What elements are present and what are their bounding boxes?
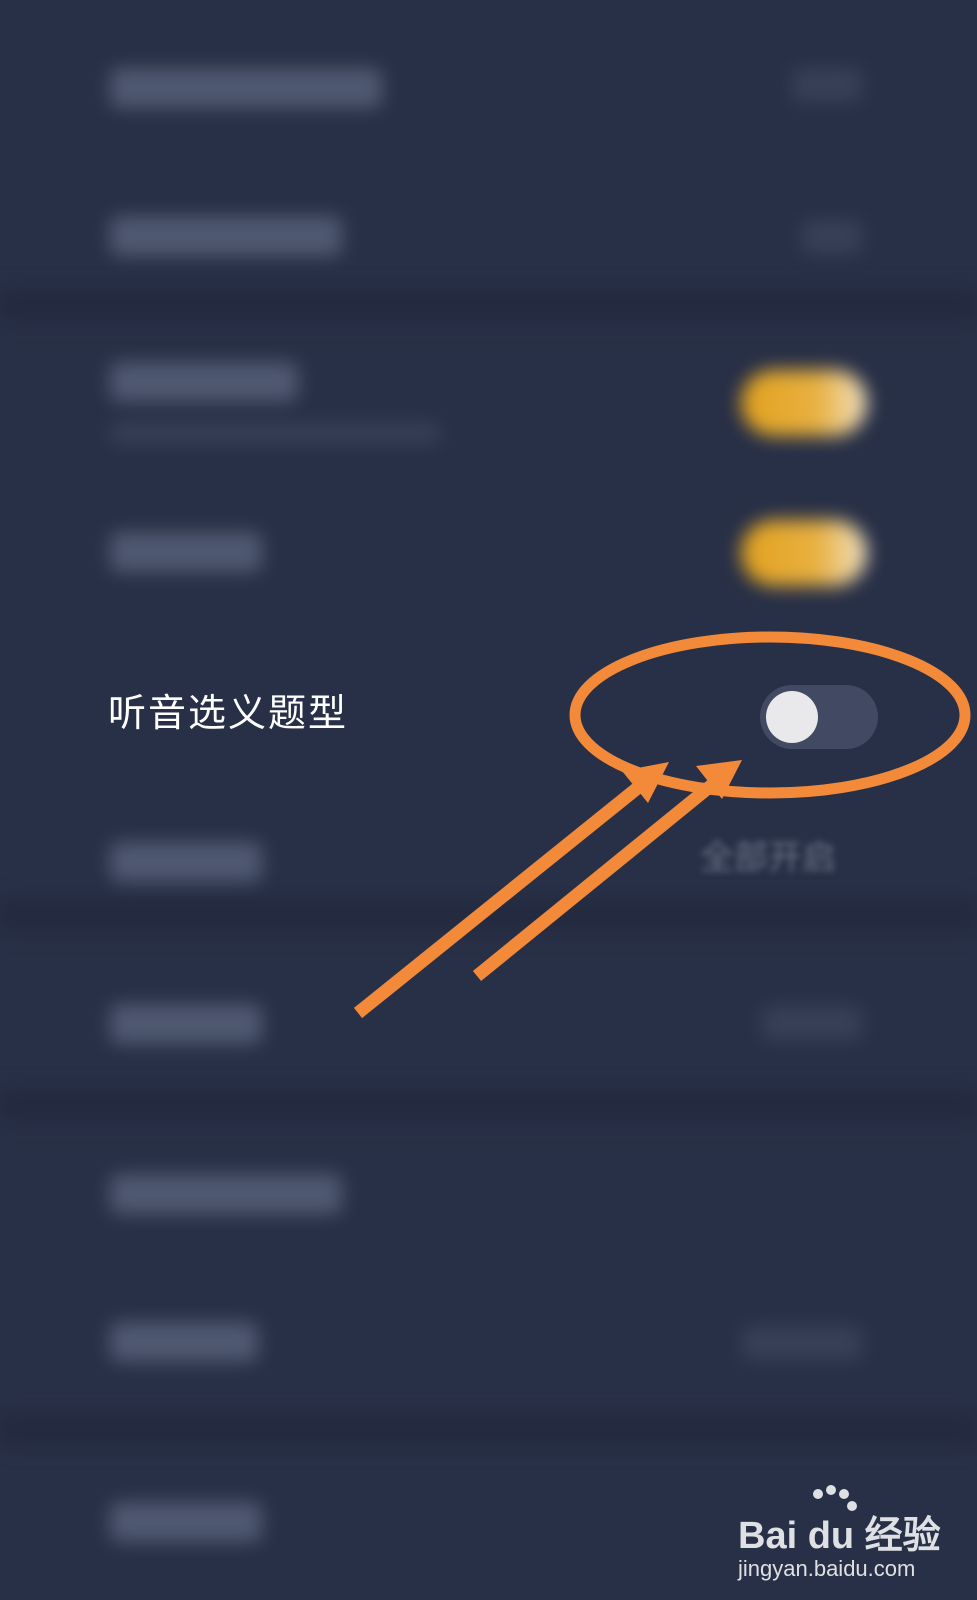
- toggle-on[interactable]: [741, 370, 867, 436]
- blurred-label: [110, 1174, 342, 1214]
- blurred-value: [802, 220, 862, 254]
- blurred-value: [762, 1006, 862, 1040]
- listening-type-toggle[interactable]: [760, 685, 878, 749]
- blurred-label: [110, 362, 298, 402]
- blurred-value-text: 全部开启: [700, 838, 836, 878]
- blurred-label: [110, 842, 262, 882]
- blurred-label: [110, 1004, 262, 1044]
- setting-label: 听音选义题型: [108, 691, 349, 735]
- blurred-label: [110, 1502, 262, 1542]
- blurred-value: [742, 1326, 862, 1360]
- blurred-subtitle: [110, 422, 440, 444]
- blurred-label: [110, 68, 382, 108]
- settings-row-4[interactable]: [0, 480, 977, 630]
- baidu-jingyan-watermark: Bai du 经验 jingyan.baidu.com: [738, 1485, 968, 1590]
- settings-row-2[interactable]: [0, 160, 977, 310]
- settings-row-9[interactable]: [0, 1280, 977, 1430]
- blurred-label: [110, 532, 262, 572]
- blurred-label: [110, 216, 342, 256]
- settings-row-3[interactable]: [0, 330, 977, 480]
- settings-row-6[interactable]: 全部开启: [0, 790, 977, 940]
- watermark-url: jingyan.baidu.com: [738, 1556, 916, 1581]
- toggle-knob: [766, 691, 818, 743]
- settings-row-1[interactable]: [0, 10, 977, 160]
- blurred-label: [110, 1322, 258, 1362]
- settings-row-8[interactable]: [0, 1130, 977, 1280]
- toggle-on[interactable]: [741, 520, 867, 586]
- watermark-brand: Bai du 经验: [738, 1515, 941, 1557]
- settings-row-7[interactable]: [0, 960, 977, 1110]
- blurred-value: [792, 68, 862, 102]
